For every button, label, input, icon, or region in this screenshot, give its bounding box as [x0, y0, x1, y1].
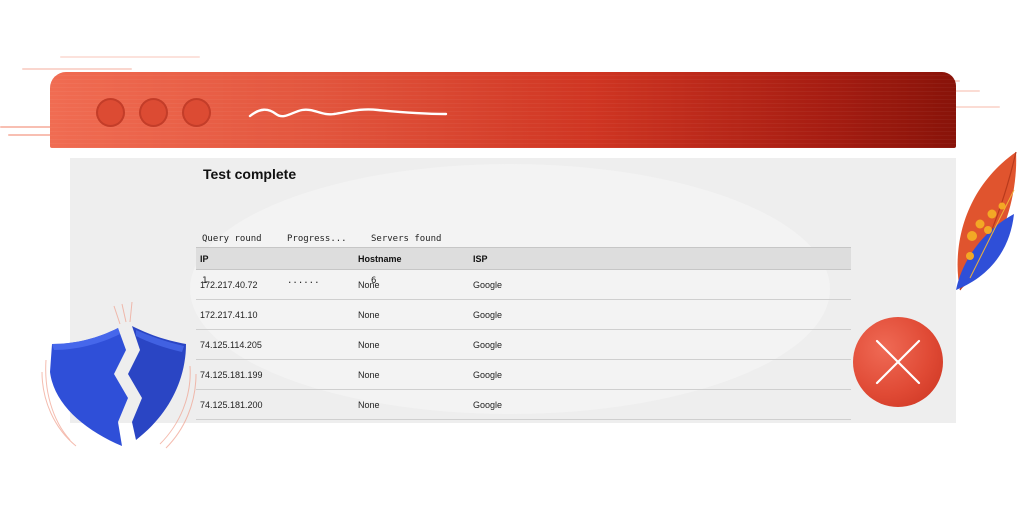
cell-ip: 74.125.181.199	[200, 369, 263, 380]
stat-label: Servers found	[371, 234, 442, 244]
close-icon	[875, 339, 921, 385]
cell-hostname: None	[358, 399, 380, 410]
cell-isp: Google	[473, 399, 503, 410]
cell-hostname: None	[358, 339, 380, 350]
brush-stroke	[60, 56, 200, 58]
brush-stroke	[22, 68, 132, 70]
close-button[interactable]	[853, 317, 943, 407]
cell-isp: Google	[473, 279, 503, 290]
table-row: 74.125.181.199 None Google	[196, 360, 851, 390]
stat-label: Progress...	[287, 234, 347, 244]
broken-shield-icon	[41, 301, 197, 449]
window-dot[interactable]	[139, 98, 168, 127]
column-header-isp: ISP	[473, 253, 488, 264]
stat-label: Query round	[202, 234, 262, 244]
column-header-ip: IP	[200, 253, 209, 264]
cell-isp: Google	[473, 339, 503, 350]
page-stage: Test complete Query round 1 Progress... …	[0, 0, 1024, 530]
cell-isp: Google	[473, 369, 503, 380]
table-row: 74.125.114.205 None Google	[196, 330, 851, 360]
cell-ip: 172.217.40.72	[200, 279, 258, 290]
cell-isp: Google	[473, 309, 503, 320]
cell-ip: 172.217.41.10	[200, 309, 258, 320]
cell-ip: 74.125.114.205	[200, 339, 262, 350]
table-row: 74.125.181.200 None Google	[196, 390, 851, 420]
cell-hostname: None	[358, 369, 380, 380]
column-header-hostname: Hostname	[358, 253, 402, 264]
table-row: 172.217.41.10 None Google	[196, 300, 851, 330]
leaf-decoration	[956, 151, 1017, 291]
table-row: 172.217.40.72 None Google	[196, 270, 851, 300]
cell-hostname: None	[358, 309, 380, 320]
window-dot[interactable]	[182, 98, 211, 127]
page-title: Test complete	[203, 166, 297, 182]
cell-hostname: None	[358, 279, 380, 290]
results-table: IP Hostname ISP 172.217.40.72 None Googl…	[196, 247, 851, 420]
table-header: IP Hostname ISP	[196, 247, 851, 270]
window-dot[interactable]	[96, 98, 125, 127]
squiggle-decoration	[248, 108, 448, 118]
cell-ip: 74.125.181.200	[200, 399, 263, 410]
